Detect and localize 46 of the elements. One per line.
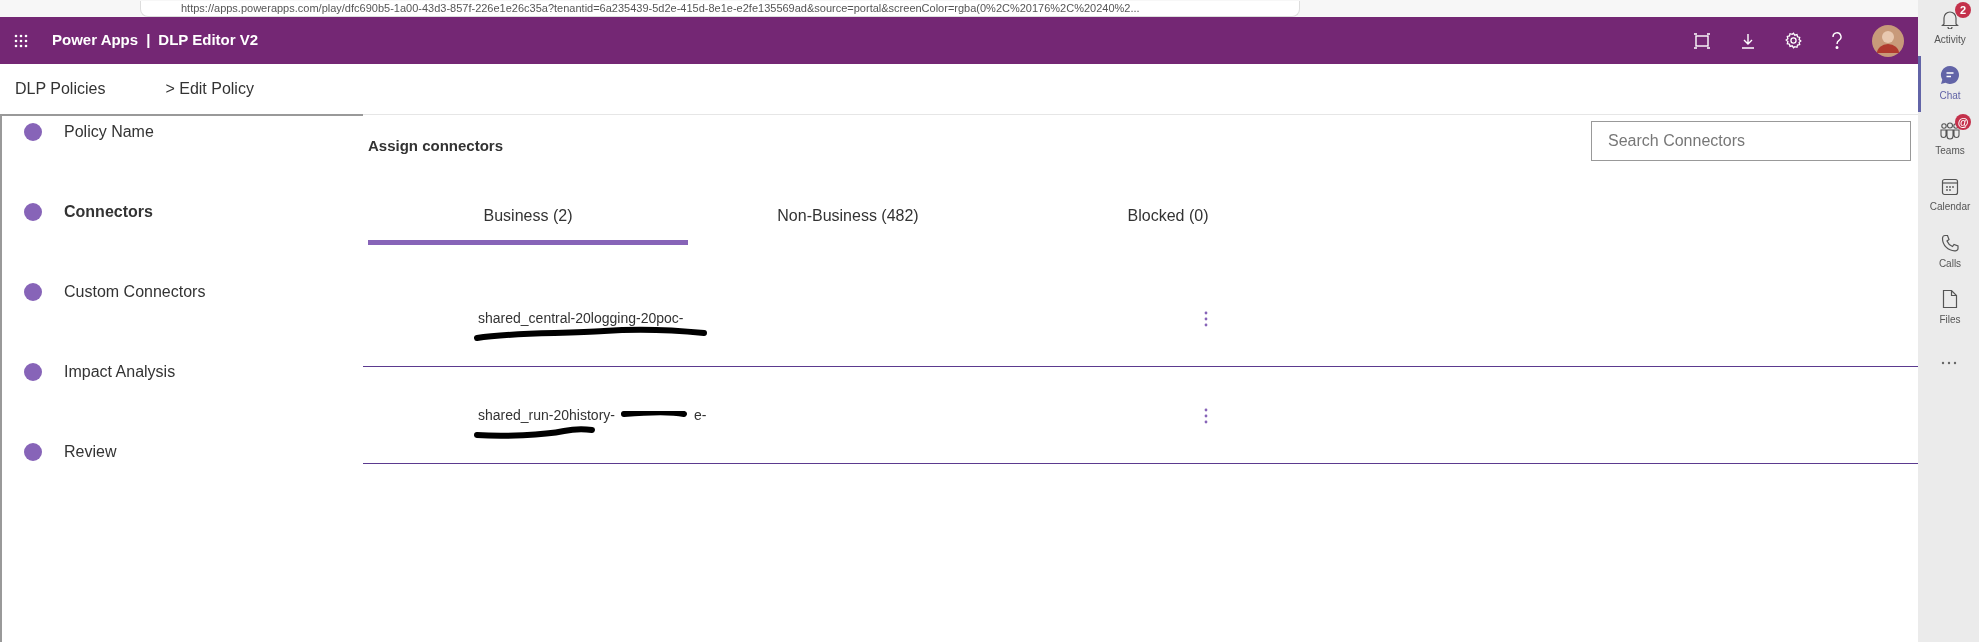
address-bar[interactable]: https://apps.powerapps.com/play/dfc690b5-1a00-43d3-857f-226e1e26c35a?tenantid=6a235439-5d2e-415d-8e1e-e2fe135569ad&source=portal&screenColor=rgba(0%2C%20176%2C%20240%2...: [140, 1, 1300, 17]
more-icon[interactable]: [1940, 360, 1957, 365]
help-icon[interactable]: [1832, 32, 1842, 49]
app-name: Power Apps: [52, 30, 139, 51]
step-label[interactable]: Custom Connectors: [64, 280, 206, 304]
chat-icon: [1940, 65, 1960, 85]
tab[interactable]: Business (2): [368, 198, 688, 245]
more-options-icon[interactable]: [1204, 407, 1208, 424]
step-dot: [24, 203, 42, 221]
step-label[interactable]: Review: [64, 440, 117, 464]
avatar[interactable]: [1872, 24, 1904, 57]
connector-name: shared_run-20history- e-: [478, 406, 714, 424]
notification-badge: @: [1955, 114, 1971, 130]
rail-tab[interactable]: Calls: [1918, 224, 1979, 280]
app-launcher-icon[interactable]: [14, 33, 28, 48]
step-label[interactable]: Impact Analysis: [64, 360, 176, 384]
step-dot: [24, 443, 42, 461]
connector-name-end: e-: [694, 406, 707, 424]
step-label[interactable]: Policy Name: [64, 120, 154, 144]
breadcrumb-link[interactable]: > Edit Policy: [165, 77, 254, 101]
separator: |: [146, 30, 151, 51]
fit-screen-icon[interactable]: [1693, 32, 1711, 49]
more-options-icon[interactable]: [1204, 310, 1208, 327]
file-icon: [1942, 289, 1958, 309]
phone-icon: [1941, 233, 1959, 253]
step-label[interactable]: Connectors: [64, 200, 153, 224]
search-field[interactable]: Search Connectors: [1591, 121, 1911, 161]
step-dot: [24, 283, 42, 301]
calendar-icon: [1941, 178, 1959, 196]
rail-tab[interactable]: Calendar: [1918, 168, 1979, 224]
settings-icon[interactable]: [1785, 32, 1802, 49]
app-title: DLP Editor V2: [158, 30, 259, 51]
notification-badge: 2: [1955, 2, 1971, 18]
rail-tab[interactable]: Files: [1918, 280, 1979, 336]
breadcrumb-link[interactable]: DLP Policies: [15, 77, 106, 101]
bell-icon: [1941, 9, 1959, 29]
tab[interactable]: Blocked (0): [1008, 198, 1328, 245]
download-icon[interactable]: [1741, 32, 1755, 49]
rail-tab[interactable]: Teams @: [1918, 112, 1979, 168]
tab[interactable]: Non-Business (482): [688, 198, 1008, 245]
rail-tab[interactable]: Chat: [1918, 56, 1979, 112]
section-title: Assign connectors: [368, 135, 504, 156]
rail-tab[interactable]: Activity 2: [1918, 0, 1979, 56]
step-dot: [24, 363, 42, 381]
connector-name: shared_central-20logging-20poc-: [478, 309, 714, 327]
step-dot: [24, 123, 42, 141]
